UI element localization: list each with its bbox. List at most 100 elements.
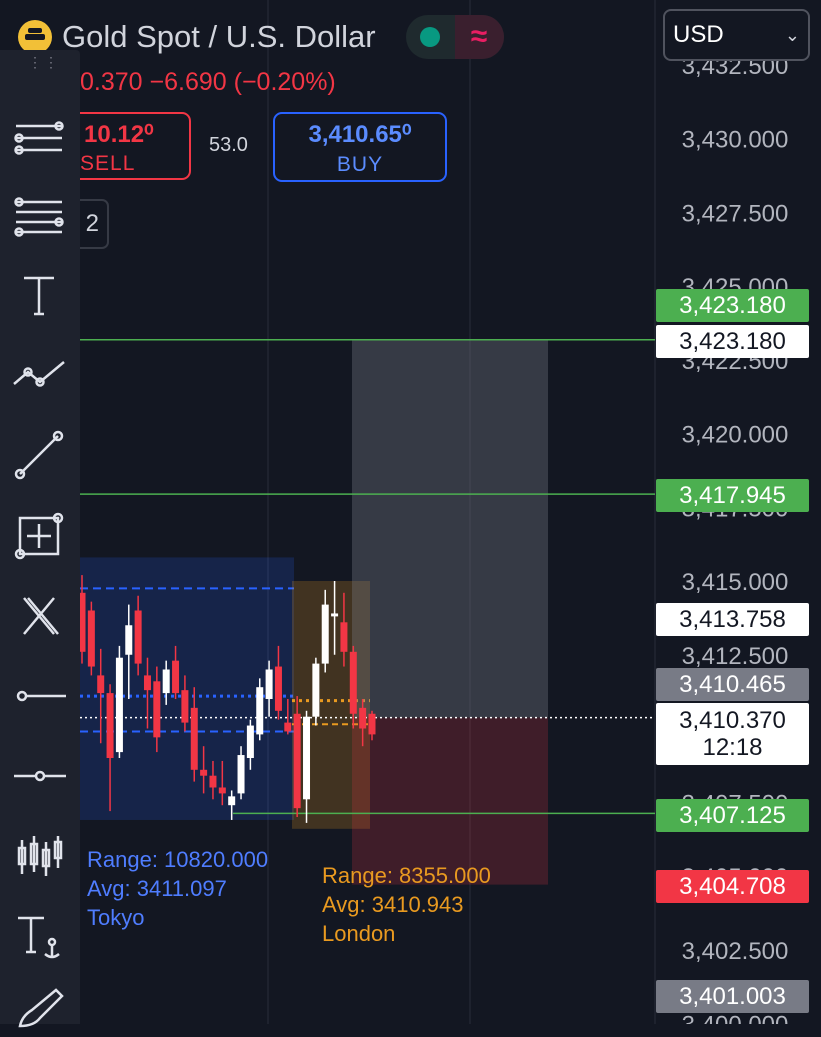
buy-price: 3,410.65⁰: [308, 121, 412, 148]
horizontal-line-tool[interactable]: [10, 750, 68, 802]
line-icon: [14, 430, 64, 480]
path-tool[interactable]: [10, 350, 68, 402]
candle-body: [284, 722, 292, 732]
price-change: 0.370 −6.690 (−0.20%): [80, 68, 336, 96]
price-tick-label: 3,412.500: [682, 643, 789, 670]
fib-retracement-icon: [14, 197, 64, 237]
candle-body: [172, 660, 180, 694]
tokyo-range: Range: 10820.000: [87, 847, 269, 872]
tokyo-session-stats: Range: 10820.000 Avg: 3411.097 Tokyo: [87, 845, 268, 932]
position-stop-zone: [352, 717, 548, 885]
price-label-level[interactable]: 3,407.125: [656, 799, 809, 832]
anchored-text-tool[interactable]: [10, 910, 68, 962]
gold-logo-icon: [18, 20, 52, 54]
horizontal-ray-icon: [16, 690, 66, 702]
sell-label: SELL: [80, 152, 136, 175]
symbol-header: Gold Spot / U.S. Dollar ≈: [18, 14, 504, 60]
currency-value: USD: [673, 21, 724, 48]
sell-button[interactable]: 10.12⁰ SELL: [70, 112, 191, 180]
x-icon: [23, 597, 59, 635]
symbol-title[interactable]: Gold Spot / U.S. Dollar: [62, 19, 376, 55]
candle-body: [97, 675, 105, 694]
candle-body: [106, 693, 114, 758]
price-label-level[interactable]: 3,410.465: [656, 668, 809, 701]
candle-body: [368, 713, 376, 735]
london-avg: Avg: 3410.943: [322, 892, 464, 917]
brush-icon: [18, 988, 64, 1028]
price-label-alert[interactable]: 3,423.180: [656, 289, 809, 322]
candle-body: [181, 690, 189, 723]
london-session-stats: Range: 8355.000 Avg: 3410.943 London: [322, 861, 491, 948]
candle-body: [293, 713, 301, 809]
candle-body: [265, 669, 273, 699]
market-status-pill[interactable]: ≈: [405, 15, 504, 59]
current-price-value: 3,410.370: [679, 707, 786, 734]
horizontal-line-icon: [14, 770, 66, 782]
candle-body: [321, 604, 329, 664]
candle-body: [331, 613, 339, 617]
fib-tool[interactable]: [10, 190, 68, 242]
candle-body: [87, 610, 95, 667]
drawing-toolbar: ⋮⋮: [0, 50, 80, 1028]
london-range: Range: 8355.000: [322, 863, 491, 888]
candle-body: [200, 769, 208, 776]
text-icon: [24, 276, 54, 316]
measure-tool[interactable]: [10, 510, 68, 562]
candle-body: [359, 707, 367, 729]
candle-body: [340, 622, 348, 652]
currency-select[interactable]: USD ⌄: [663, 9, 810, 61]
price-tick-label: 3,400.000: [682, 1012, 789, 1025]
position-target-zone: [352, 339, 548, 718]
price-label-target[interactable]: 3,423.180: [656, 325, 809, 358]
bar-countdown: 12:18: [702, 734, 763, 761]
candle-body: [143, 675, 151, 691]
buy-button[interactable]: 3,410.65⁰ BUY: [273, 112, 447, 182]
candle-body: [190, 707, 198, 770]
buy-label: BUY: [336, 153, 384, 176]
candle-body: [218, 787, 226, 794]
candle-body: [237, 755, 245, 794]
london-name: London: [322, 921, 396, 946]
price-tick-label: 3,427.500: [682, 200, 789, 227]
candle-body: [153, 681, 161, 738]
price-tick-label: 3,402.500: [682, 938, 789, 965]
path-icon: [13, 361, 65, 387]
candle-body: [312, 663, 320, 717]
drawing-overlays: [80, 338, 655, 885]
candle-body: [228, 796, 236, 806]
candle-body: [303, 716, 311, 800]
drag-handle-icon[interactable]: ⋮⋮: [28, 55, 58, 74]
trend-line-icon: [14, 121, 64, 155]
candle-body: [256, 687, 264, 735]
price-label-stop[interactable]: 3,404.708: [656, 870, 809, 903]
x-tool[interactable]: [10, 590, 68, 642]
spread-value: 53.0: [209, 134, 248, 156]
trend-angle-tool[interactable]: [10, 110, 68, 162]
market-open-dot-icon: [420, 27, 441, 47]
price-label-level[interactable]: 3,401.003: [656, 980, 809, 1013]
candle-body: [246, 725, 254, 758]
anchored-text-icon: [18, 916, 60, 959]
candle-body: [209, 775, 217, 788]
candle-body: [274, 666, 282, 711]
candle-body: [115, 657, 123, 753]
price-label-level[interactable]: 3,417.945: [656, 479, 809, 512]
current-price-label[interactable]: 3,410.370 12:18: [656, 703, 809, 765]
horizontal-ray-tool[interactable]: [10, 670, 68, 722]
candle-body: [349, 651, 357, 714]
candles-icon: [17, 836, 63, 876]
price-label-level[interactable]: 3,413.758: [656, 603, 809, 636]
measure-icon: [14, 512, 64, 560]
brush-tool[interactable]: [10, 980, 68, 1032]
candle-body: [125, 625, 133, 655]
candle-body: [134, 610, 142, 664]
chevron-down-icon: ⌄: [784, 24, 800, 45]
price-tick-label: 3,420.000: [682, 422, 789, 449]
sell-price: 10.12⁰: [84, 121, 154, 148]
approx-icon: ≈: [454, 15, 504, 59]
candles-tool[interactable]: [10, 830, 68, 882]
price-tick-label: 3,415.000: [682, 569, 789, 596]
tokyo-avg: Avg: 3411.097: [87, 876, 227, 901]
line-tool[interactable]: [10, 430, 68, 482]
text-tool[interactable]: [10, 270, 68, 322]
